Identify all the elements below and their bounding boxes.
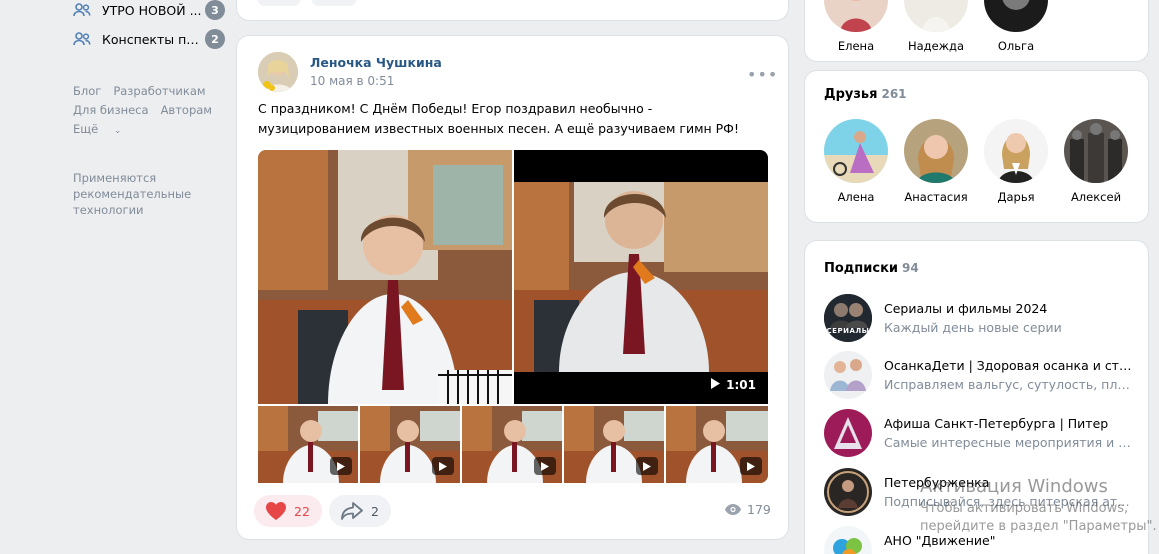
play-icon — [330, 457, 352, 475]
friend-item[interactable]: Ольга — [980, 0, 1052, 53]
community-avatar — [824, 351, 872, 399]
friends-header[interactable]: Друзья 261 — [824, 87, 907, 102]
friends-count: 261 — [881, 87, 907, 101]
friend-item[interactable]: Алена — [820, 119, 892, 204]
chevron-down-icon: ⌄ — [113, 126, 122, 136]
video-duration: 1:01 — [710, 378, 756, 392]
friend-item[interactable]: Дарья — [980, 119, 1052, 204]
previous-post-like-button[interactable] — [257, 0, 301, 6]
watermark-title: Активация Windows — [920, 476, 1108, 497]
play-icon — [740, 457, 762, 475]
friend-item[interactable]: Анастасия — [900, 119, 972, 204]
footer-link-more-label: Ещё — [73, 122, 99, 136]
friend-item[interactable]: Елена — [820, 0, 892, 53]
friends-online-card: Елена Надежда Ольга — [805, 0, 1148, 61]
play-icon — [432, 457, 454, 475]
footer-link-more[interactable]: Ещё ⌄ — [73, 122, 133, 136]
watermark-subtitle: Чтобы активировать Windows, перейдите в … — [920, 501, 1157, 534]
friend-name: Алексей — [1070, 190, 1122, 204]
post-video[interactable]: 1:01 — [514, 150, 768, 404]
friend-avatar — [904, 119, 968, 183]
footer-link-developers[interactable]: Разработчикам — [113, 84, 205, 98]
subscriptions-title: Подписки — [824, 261, 899, 276]
previous-post-card — [237, 0, 788, 20]
video-thumbnail[interactable] — [462, 406, 562, 483]
community-description: Самые интересные мероприятия и мес... — [884, 435, 1134, 450]
author-avatar[interactable] — [258, 52, 298, 92]
community-avatar: СЕРИАЛЫ — [824, 294, 872, 342]
post-author-name[interactable]: Леночка Чушкина — [310, 55, 442, 70]
friend-avatar — [904, 0, 968, 32]
more-options-icon[interactable]: ••• — [747, 65, 778, 84]
video-thumbnail[interactable] — [564, 406, 664, 483]
nav-item-label: УТРО НОВОЙ ... — [102, 2, 202, 18]
unread-counter: 3 — [205, 0, 225, 20]
share-icon — [341, 502, 363, 520]
friend-name: Дарья — [997, 190, 1035, 204]
windows-activation-watermark: Активация Windows Чтобы активировать Win… — [920, 476, 1159, 536]
nav-item-label: Конспекты по ... — [102, 31, 202, 47]
group-icon — [73, 32, 91, 46]
community-description: Каждый день новые серии — [884, 320, 1062, 335]
friend-avatar — [984, 0, 1048, 32]
friend-name: Ольга — [997, 39, 1035, 53]
post-date[interactable]: 10 мая в 0:51 — [310, 74, 394, 88]
nav-item-group-utro[interactable]: УТРО НОВОЙ ... 3 — [73, 0, 225, 21]
unread-counter: 2 — [205, 29, 225, 49]
post-text: С праздником! С Днём Победы! Егор поздра… — [258, 101, 739, 136]
footer-link-authors[interactable]: Авторам — [161, 103, 212, 117]
nav-item-group-konspekty[interactable]: Конспекты по ... 2 — [73, 28, 225, 50]
video-thumbnail[interactable] — [258, 406, 358, 483]
share-button[interactable]: 2 — [329, 495, 391, 527]
footer-links: Блог Разработчикам Для бизнеса Авторам Ещё… — [73, 82, 233, 141]
subscription-item[interactable]: ОсанкаДети | Здоровая осанка и стопы... … — [824, 351, 1144, 401]
views-counter: 179 — [725, 502, 771, 517]
video-thumbnail[interactable] — [360, 406, 460, 483]
views-count: 179 — [747, 502, 771, 517]
community-avatar — [824, 526, 872, 554]
subscription-item[interactable]: СЕРИАЛЫ Сериалы и фильмы 2024 Каждый ден… — [824, 294, 1144, 344]
friends-title: Друзья — [824, 87, 878, 102]
friend-name: Анастасия — [904, 190, 968, 204]
previous-post-share-button[interactable] — [311, 0, 357, 6]
friend-avatar — [984, 119, 1048, 183]
share-count: 2 — [371, 503, 379, 519]
friend-item[interactable]: Алексей — [1060, 119, 1132, 204]
play-icon — [636, 457, 658, 475]
community-description: Исправляем вальгус, сутулость, плоско... — [884, 377, 1134, 392]
subscriptions-count: 94 — [902, 261, 919, 275]
subscriptions-header[interactable]: Подписки 94 — [824, 261, 919, 276]
community-avatar — [824, 409, 872, 457]
like-button[interactable]: 22 — [254, 495, 322, 527]
post-card: Леночка Чушкина 10 мая в 0:51 ••• С праз… — [237, 36, 788, 539]
like-count: 22 — [294, 503, 310, 519]
eye-icon — [725, 504, 741, 515]
friend-name: Елена — [837, 39, 875, 53]
community-avatar-text: СЕРИАЛЫ — [826, 327, 870, 335]
group-icon — [73, 3, 91, 17]
footer-link-business[interactable]: Для бизнеса — [73, 103, 149, 117]
footer-link-blog[interactable]: Блог — [73, 84, 101, 98]
community-name: Афиша Санкт-Петербурга | Питер — [884, 416, 1109, 431]
friend-avatar — [1064, 119, 1128, 183]
community-name: ОсанкаДети | Здоровая осанка и стопы... — [884, 358, 1134, 373]
friend-avatar — [824, 119, 888, 183]
friend-avatar — [824, 0, 888, 32]
video-duration-label: 1:01 — [726, 378, 756, 392]
community-avatar — [824, 468, 872, 516]
friends-card: Друзья 261 Алена Анастасия Дарья Алексей — [805, 71, 1148, 222]
subscription-item[interactable]: Афиша Санкт-Петербурга | Питер Самые инт… — [824, 409, 1144, 459]
friend-item[interactable]: Надежда — [900, 0, 972, 53]
video-thumbnail[interactable] — [666, 406, 768, 483]
heart-icon — [266, 502, 286, 520]
recommendation-note: Применяются рекомендательные технологии — [73, 171, 192, 217]
friend-name: Алена — [837, 190, 875, 204]
play-icon — [534, 457, 556, 475]
community-name: Сериалы и фильмы 2024 — [884, 301, 1048, 316]
post-photo-main[interactable] — [258, 150, 512, 404]
friend-name: Надежда — [907, 39, 965, 53]
play-icon — [710, 378, 721, 392]
